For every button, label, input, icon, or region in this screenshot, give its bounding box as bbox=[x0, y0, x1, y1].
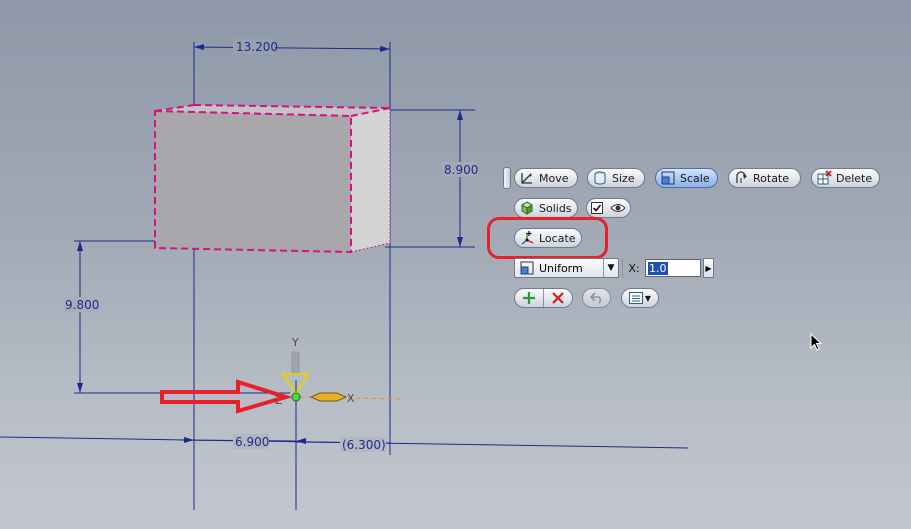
sketch-canvas[interactable]: 13.200 8.900 9.800 6.900 (6.300) Y X Z bbox=[0, 0, 911, 529]
solid-cube-icon bbox=[519, 200, 535, 216]
solids-button-label: Solids bbox=[539, 201, 572, 215]
scale-icon bbox=[660, 170, 676, 186]
uniform-scale-icon bbox=[519, 260, 535, 276]
rotate-icon bbox=[733, 170, 749, 186]
move-icon bbox=[519, 170, 535, 186]
visibility-toggle[interactable] bbox=[607, 199, 630, 217]
move-button[interactable]: Move bbox=[514, 168, 578, 188]
solids-button[interactable]: Solids bbox=[514, 198, 578, 218]
expand-arrow-icon[interactable]: ▶ bbox=[703, 258, 714, 278]
apply-cancel-group bbox=[514, 288, 573, 308]
locate-button[interactable]: Locate bbox=[514, 228, 582, 248]
apply-button[interactable] bbox=[515, 289, 544, 307]
dimension-driven-text[interactable]: (6.300) bbox=[342, 438, 386, 452]
dim-arrow-width-left bbox=[194, 44, 204, 50]
list-icon bbox=[628, 292, 643, 304]
triad-x-label: X bbox=[347, 392, 355, 405]
scale-axis-label: X: bbox=[622, 258, 645, 278]
undo-button[interactable] bbox=[582, 288, 611, 308]
triad-origin-point bbox=[291, 392, 301, 402]
dim-arrow-offset-y-bottom bbox=[77, 383, 83, 393]
scale-button-label: Scale bbox=[680, 171, 710, 185]
delete-icon bbox=[816, 170, 832, 186]
delete-button[interactable]: Delete bbox=[811, 168, 880, 188]
minitoolbar-grip[interactable] bbox=[503, 167, 511, 189]
dimension-offset-x-text[interactable]: 6.900 bbox=[235, 435, 269, 449]
locate-icon bbox=[519, 230, 535, 246]
checkbox-checked-icon bbox=[590, 202, 603, 214]
close-icon bbox=[552, 292, 564, 304]
options-menu-button[interactable]: ▼ bbox=[621, 288, 659, 308]
dim-arrow-offset-x-left bbox=[184, 437, 194, 443]
rotate-button-label: Rotate bbox=[753, 171, 790, 185]
dimension-line-width bbox=[193, 46, 391, 50]
scale-mode-dropdown[interactable]: Uniform ▼ bbox=[514, 258, 619, 278]
dimension-width-text[interactable]: 13.200 bbox=[236, 40, 278, 54]
triad-y-shaft bbox=[291, 351, 300, 375]
plus-icon bbox=[523, 292, 535, 304]
scale-value-text: 1.0 bbox=[648, 261, 668, 275]
dimension-height-text[interactable]: 8.900 bbox=[444, 163, 478, 177]
size-button-label: Size bbox=[612, 171, 635, 185]
annotation-arrow bbox=[160, 379, 293, 414]
graphics-viewport[interactable]: 13.200 8.900 9.800 6.900 (6.300) Y X Z bbox=[0, 0, 911, 529]
triad-x-arrow bbox=[309, 392, 348, 402]
dim-arrow-offset-y-top bbox=[77, 241, 83, 251]
chevron-down-icon[interactable]: ▼ bbox=[603, 259, 618, 277]
locate-button-label: Locate bbox=[539, 231, 576, 245]
undo-icon bbox=[589, 292, 601, 304]
delete-button-label: Delete bbox=[836, 171, 873, 185]
solids-checkbox[interactable] bbox=[587, 199, 607, 217]
dim-arrow-width-right bbox=[380, 46, 390, 52]
mouse-cursor-icon bbox=[810, 333, 822, 351]
scale-button[interactable]: Scale bbox=[655, 168, 718, 188]
cancel-button[interactable] bbox=[544, 289, 572, 307]
dim-arrow-offset-x-right bbox=[296, 438, 306, 444]
scale-mode-value: Uniform bbox=[539, 261, 583, 275]
dimension-offset-y-text[interactable]: 9.800 bbox=[65, 298, 99, 312]
dim-arrow-height-bottom bbox=[457, 237, 463, 247]
eye-icon bbox=[610, 204, 626, 212]
move-button-label: Move bbox=[539, 171, 569, 185]
size-icon bbox=[592, 170, 608, 186]
box-side-face bbox=[351, 108, 390, 252]
triad-y-label: Y bbox=[291, 336, 299, 349]
scale-value-input[interactable]: 1.0 bbox=[645, 259, 701, 277]
size-button[interactable]: Size bbox=[587, 168, 645, 188]
dim-arrow-height-top bbox=[457, 110, 463, 120]
solids-visibility-group bbox=[586, 198, 631, 218]
rotate-button[interactable]: Rotate bbox=[728, 168, 801, 188]
box-front-face bbox=[155, 111, 351, 252]
chevron-down-icon: ▼ bbox=[644, 293, 652, 303]
